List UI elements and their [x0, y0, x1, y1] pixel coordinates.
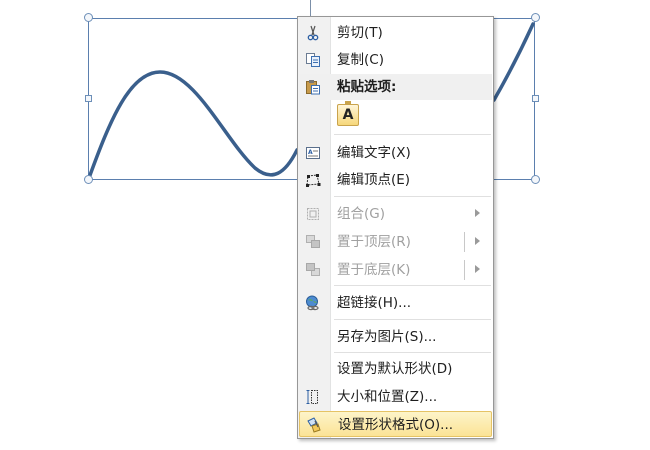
chevron-right-icon[interactable]: [475, 237, 480, 245]
menu-item-label: 复制(C): [337, 52, 384, 68]
menu-item-label: 组合(G): [337, 206, 385, 222]
edit-text-icon: A: [306, 147, 320, 159]
menu-separator: [334, 285, 491, 286]
resize-handle-left[interactable]: [85, 95, 92, 102]
menu-item-edit-text[interactable]: A 编辑文字(X): [299, 140, 492, 166]
menu-header-label: 粘贴选项:: [337, 79, 397, 95]
paste-icon: [306, 80, 320, 95]
resize-handle-top-left[interactable]: [84, 13, 93, 22]
menu-item-hyperlink[interactable]: 超链接(H)...: [299, 290, 492, 316]
chevron-right-icon[interactable]: [475, 265, 480, 273]
menu-separator: [334, 134, 491, 135]
chevron-right-icon: [475, 209, 480, 217]
menu-item-set-default-shape[interactable]: 设置为默认形状(D): [299, 356, 492, 382]
menu-item-label: 置于顶层(R): [337, 234, 411, 250]
menu-item-size-and-position[interactable]: 大小和位置(Z)...: [299, 384, 492, 410]
menu-item-bring-to-front[interactable]: 置于顶层(R): [299, 229, 492, 255]
group-icon: [307, 208, 319, 220]
menu-item-label: 大小和位置(Z)...: [337, 389, 438, 405]
menu-item-edit-points[interactable]: 编辑顶点(E): [299, 167, 492, 193]
hyperlink-icon: [306, 295, 319, 311]
menu-item-cut[interactable]: 剪切(T): [299, 20, 492, 46]
scissors-icon: [307, 25, 319, 41]
menu-item-label: 置于底层(K): [337, 262, 411, 278]
send-to-back-icon: [306, 263, 320, 276]
context-menu: 剪切(T) 复制(C) 粘贴选项: A A 编辑文字(X) 编辑顶点(E) 组合…: [297, 16, 494, 439]
menu-item-label: 超链接(H)...: [337, 295, 412, 311]
menu-item-copy[interactable]: 复制(C): [299, 47, 492, 73]
resize-handle-top-right[interactable]: [531, 13, 540, 22]
svg-text:A: A: [308, 149, 313, 156]
menu-header-paste-options: 粘贴选项:: [299, 74, 492, 100]
menu-item-save-as-picture[interactable]: 另存为图片(S)...: [299, 324, 492, 350]
copy-icon: [306, 53, 320, 67]
menu-item-label: 剪切(T): [337, 25, 383, 41]
resize-handle-bottom-left[interactable]: [84, 175, 93, 184]
menu-item-label: 设置为默认形状(D): [337, 361, 453, 377]
menu-item-label: 另存为图片(S)...: [337, 329, 437, 345]
menu-item-send-to-back[interactable]: 置于底层(K): [299, 257, 492, 283]
paste-option-letter: A: [342, 107, 354, 123]
menu-item-format-shape[interactable]: 设置形状格式(O)...: [299, 411, 492, 437]
menu-item-group[interactable]: 组合(G): [299, 201, 492, 227]
menu-separator: [334, 319, 491, 320]
size-position-icon: [306, 390, 318, 404]
paste-keep-text-only-button[interactable]: A: [337, 101, 359, 126]
menu-separator: [334, 196, 491, 197]
edit-points-icon: [306, 174, 321, 187]
resize-handle-bottom-right[interactable]: [531, 175, 540, 184]
split-button-divider: [464, 232, 465, 252]
format-shape-icon: [307, 417, 321, 433]
bring-to-front-icon: [306, 235, 320, 248]
resize-handle-right[interactable]: [532, 95, 539, 102]
menu-item-label: 编辑顶点(E): [337, 172, 411, 188]
split-button-divider: [464, 260, 465, 280]
menu-item-label: 设置形状格式(O)...: [338, 417, 454, 433]
menu-separator: [334, 352, 491, 353]
menu-item-label: 编辑文字(X): [337, 145, 411, 161]
